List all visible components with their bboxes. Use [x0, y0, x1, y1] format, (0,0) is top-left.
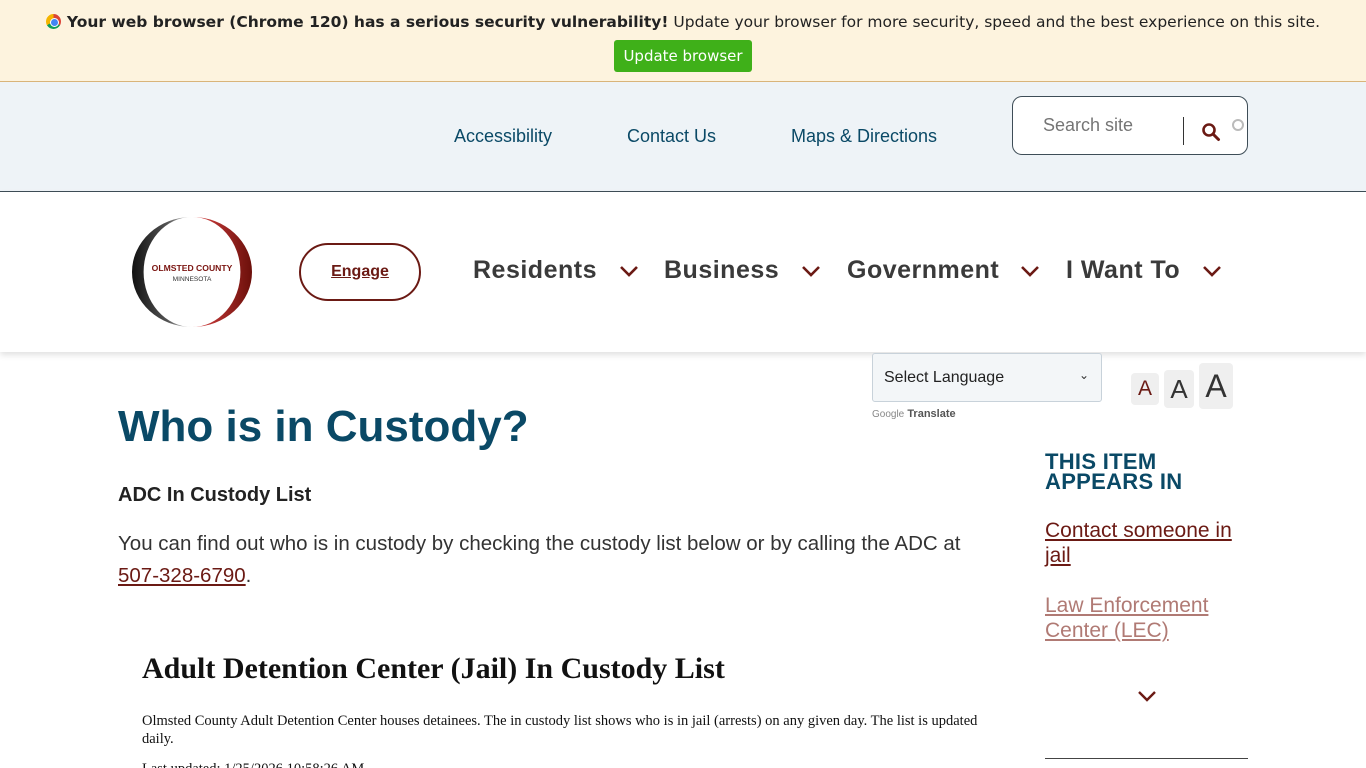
utility-bar: Accessibility Contact Us Maps & Directio… [0, 82, 1366, 192]
sidebar-link-lec[interactable]: Law Enforcement Center (LEC) [1045, 593, 1245, 643]
translate-label: Translate [907, 408, 956, 420]
text-size-large-button[interactable]: A [1199, 363, 1233, 409]
chevron-down-icon[interactable] [619, 264, 639, 278]
search-box [1012, 96, 1248, 155]
search-input[interactable] [1043, 115, 1183, 136]
browser-warning-bold: Your web browser (Chrome 120) has a seri… [66, 13, 669, 31]
embed-title: Adult Detention Center (Jail) In Custody… [142, 652, 725, 685]
text-size-small-button[interactable]: A [1131, 373, 1159, 405]
text-size-medium-button[interactable]: A [1164, 370, 1194, 408]
intro-text: You can find out who is in custody by ch… [118, 532, 961, 555]
chevron-down-icon[interactable] [1137, 689, 1157, 703]
nav-i-want-to[interactable]: I Want To [1066, 256, 1221, 290]
update-browser-button[interactable]: Update browser [614, 40, 752, 72]
embed-last-updated: Last updated: 1/25/2026 10:58:26 AM [142, 760, 642, 768]
sidebar-heading: THIS ITEM APPEARS IN [1045, 449, 1183, 494]
chrome-icon [45, 14, 61, 29]
search-divider [1183, 117, 1184, 145]
browser-warning-message: Your web browser (Chrome 120) has a seri… [0, 13, 1366, 31]
sidebar-link-contact-jail[interactable]: Contact someone in jail [1045, 518, 1245, 568]
language-select-value: Select Language [884, 369, 1005, 386]
browser-warning-text: Update your browser for more security, s… [668, 13, 1321, 31]
nav-business-label: Business [664, 256, 780, 284]
nav-business[interactable]: Business [664, 256, 820, 290]
logo-text-state: MINNESOTA [173, 276, 212, 283]
google-translate-attribution: Google Translate [872, 408, 956, 420]
intro-paragraph: You can find out who is in custody by ch… [118, 528, 998, 592]
custody-list-subheading: ADC In Custody List [118, 484, 312, 506]
logo-text-county: OLMSTED COUNTY [152, 263, 233, 273]
search-icon[interactable] [1201, 122, 1221, 142]
maps-directions-link[interactable]: Maps & Directions [791, 126, 937, 147]
nav-government[interactable]: Government [847, 256, 1039, 290]
browser-warning-banner: Your web browser (Chrome 120) has a seri… [0, 0, 1366, 82]
chevron-down-icon[interactable] [1202, 264, 1222, 278]
google-logo-text: Google [872, 409, 905, 420]
chevron-down-icon[interactable] [801, 264, 821, 278]
nav-government-label: Government [847, 256, 1000, 284]
accessibility-link[interactable]: Accessibility [454, 126, 552, 147]
page-title: Who is in Custody? [118, 402, 529, 451]
sidebar-divider [1045, 758, 1248, 759]
embed-description: Olmsted County Adult Detention Center ho… [142, 713, 978, 747]
nav-residents[interactable]: Residents [473, 256, 638, 290]
olmsted-county-logo[interactable]: OLMSTED COUNTY MINNESOTA [130, 215, 254, 329]
loading-spinner-icon [1232, 119, 1244, 131]
caret-down-icon: ⌄ [1079, 368, 1090, 382]
language-select[interactable]: Select Language ⌄ [872, 353, 1102, 402]
nav-residents-label: Residents [473, 256, 597, 284]
intro-end: . [245, 564, 252, 587]
contact-us-link[interactable]: Contact Us [627, 126, 716, 147]
main-header: OLMSTED COUNTY MINNESOTA Engage Resident… [0, 192, 1366, 352]
nav-i-want-to-label: I Want To [1066, 256, 1181, 284]
engage-button[interactable]: Engage [299, 243, 421, 301]
adc-phone-link[interactable]: 507-328-6790 [118, 564, 246, 587]
chevron-down-icon[interactable] [1020, 264, 1040, 278]
